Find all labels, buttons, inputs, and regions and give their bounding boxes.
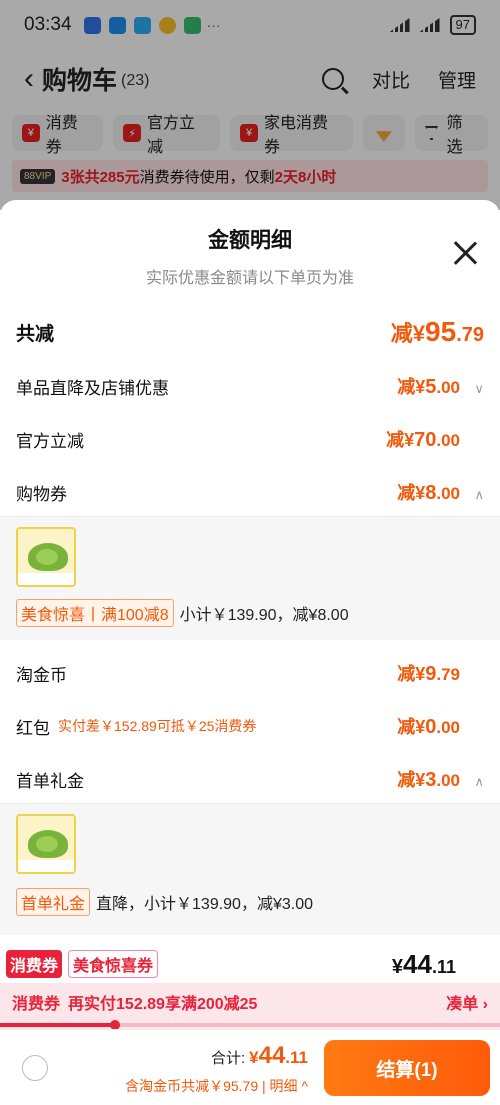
value-prefix: 减 [397,483,416,503]
chevron-up-icon: ∧ [474,774,484,789]
row-value: 减 ¥0.00 [397,713,460,739]
first-order-detail-panel: 首单礼金 直降，小计￥139.90，减¥3.00 [0,803,500,935]
promo-progress-fill [0,1023,115,1027]
chevron-down-icon: ∨ [474,381,484,396]
close-icon[interactable] [452,240,478,266]
coupon-detail-text: 小计￥139.90，减¥8.00 [179,607,349,624]
checkout-button-label: 结算(1) [376,1059,438,1081]
value-prefix: 减 [397,664,416,684]
value-int: 95 [425,316,457,347]
row-store-discount[interactable]: 单品直降及店铺优惠 减 ¥5.00 ∨ [0,368,500,404]
row-label: 单品直降及店铺优惠 [16,378,169,398]
value-dec: .00 [436,771,460,790]
value-dec: .00 [436,431,460,450]
value-currency: ¥ [249,1048,259,1067]
row-value: 减 ¥8.00 ∧ [397,479,484,505]
value-int: 8 [425,482,437,504]
watermark: 羊毛谁不爱 [415,1098,476,1105]
promo-text: 再实付152.89享满200减25 [68,996,258,1013]
row-redpack: 红包 实付差￥152.89可抵￥25消费券 减 ¥0.00 [0,708,500,744]
row-value: 减 ¥5.00 ∨ [397,373,484,399]
product-thumbnail[interactable] [16,527,76,587]
value-int: 44 [258,1042,286,1069]
row-gold-coin: 淘金币 减 ¥9.79 [0,655,500,691]
select-all-checkbox[interactable] [22,1055,48,1081]
coupon-tag: 美食惊喜丨满100减8 [16,599,174,627]
row-coupon[interactable]: 购物券 减 ¥8.00 ∧ [0,474,500,510]
value-dec: .00 [436,718,460,737]
value-int: 0 [425,716,437,738]
row-first-order[interactable]: 首单礼金 减 ¥3.00 ∧ [0,761,500,797]
checkout-bar: 合计: ¥44.11 含淘金币共减￥95.79 | 明细 ^ 结算(1) 羊毛谁… [0,1029,500,1105]
sheet-title: 金额明细 [208,229,292,252]
row-label: 共减 [16,323,55,345]
first-order-tag: 首单礼金 [16,888,91,916]
product-thumbnail[interactable] [16,814,76,874]
row-value: 减 ¥9.79 [397,660,460,686]
coupon-detail-panel: 美食惊喜丨满100减8 小计￥139.90，减¥8.00 [0,516,500,640]
row-label: 购物券 [16,484,67,504]
sheet-header: 金额明细 实际优惠金额请以下单页为准 [0,200,500,292]
value-int: 3 [425,769,437,791]
first-order-detail-text: 直降，小计￥139.90，减¥3.00 [96,896,313,913]
redpack-note: 实付差￥152.89可抵￥25消费券 [58,718,257,734]
row-official-discount: 官方立减 减 ¥70.00 [0,421,500,457]
value-dec: .79 [456,324,484,346]
value-dec: .00 [436,378,460,397]
value-prefix: 减 [386,430,405,450]
total-label: 合计: [210,1050,246,1067]
value-prefix: 减 [397,770,416,790]
first-order-detail-line: 首单礼金 直降，小计￥139.90，减¥3.00 [16,888,313,916]
food-coupon-badge: 美食惊喜券 [68,950,159,978]
row-label: 红包 [16,718,50,738]
overlay-dim[interactable] [0,0,500,210]
value-dec: .11 [285,1048,308,1067]
row-label: 淘金币 [16,665,67,685]
value-int: 5 [425,376,437,398]
row-value: 减 ¥3.00 ∧ [397,766,484,792]
promo-label: 消费券 [12,996,61,1013]
coupon-detail-line: 美食惊喜丨满100减8 小计￥139.90，减¥8.00 [16,599,349,627]
sheet-subtitle: 实际优惠金额请以下单页为准 [145,270,354,287]
promo-progress [0,1020,500,1030]
value-currency: ¥ [415,483,426,503]
total-sum: 合计: ¥44.11 [211,1042,308,1070]
checkout-button[interactable]: 结算(1) 羊毛谁不爱 [324,1040,490,1105]
chevron-up-icon: ∧ [474,487,484,502]
value-dec: .00 [436,484,460,503]
item-price: ¥44.11 [392,949,456,980]
coupon-badge: 消费券 [6,950,63,978]
value-currency: ¥ [391,955,404,978]
value-currency: ¥ [415,377,426,397]
value-currency: ¥ [415,770,426,790]
row-label: 官方立减 [16,431,84,451]
value-currency: ¥ [404,430,415,450]
value-dec: .11 [431,956,456,977]
value-prefix: 减 [390,321,413,346]
total-discount-value: 减 ¥95.79 [391,316,484,348]
value-currency: ¥ [415,717,426,737]
row-value: 减 ¥70.00 [386,426,460,452]
value-prefix: 减 [397,377,416,397]
add-items-link[interactable]: 凑单 › [446,990,488,1014]
value-prefix: 减 [397,717,416,737]
amount-detail-sheet: 金额明细 实际优惠金额请以下单页为准 共减 减 ¥95.79 单品直降及店铺优惠 … [0,200,500,1105]
value-currency: ¥ [412,321,426,346]
value-int: 70 [414,429,437,451]
promo-bar: 消费券 再实付152.89享满200减25 凑单 › [0,983,500,1030]
value-int: 9 [425,663,437,685]
row-label: 首单礼金 [16,771,84,791]
detail-toggle[interactable]: 含淘金币共减￥95.79 | 明细 ^ [125,1076,308,1096]
value-currency: ¥ [415,664,426,684]
row-total-discount: 共减 减 ¥95.79 [0,312,500,352]
coupon-summary-row: 消费券 美食惊喜券 ¥44.11 [0,945,500,983]
value-dec: .79 [436,665,460,684]
value-int: 44 [403,948,432,979]
